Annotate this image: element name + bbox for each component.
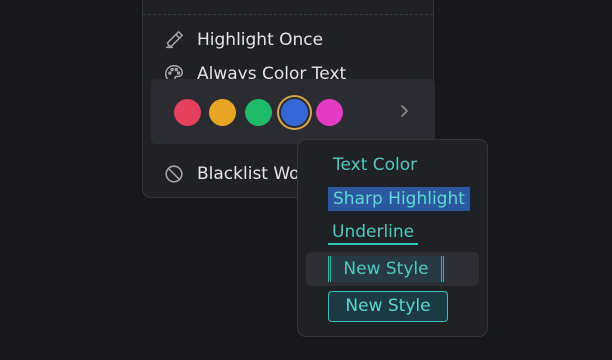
style-submenu: Text Color Sharp Highlight Underline New… — [297, 139, 488, 337]
new-style-bracket-row[interactable]: New Style — [306, 252, 479, 286]
highlighter-icon — [163, 29, 185, 51]
new-style-bracket-option[interactable]: New Style — [328, 256, 444, 282]
new-style-box-option[interactable]: New Style — [328, 291, 448, 322]
text-color-option[interactable]: Text Color — [333, 153, 417, 177]
sharp-highlight-option[interactable]: Sharp Highlight — [328, 187, 470, 211]
color-swatch-row[interactable] — [151, 79, 435, 144]
highlight-once-label: Highlight Once — [197, 30, 324, 50]
underline-option[interactable]: Underline — [328, 221, 419, 245]
highlight-once-item[interactable]: Highlight Once — [163, 28, 323, 52]
block-icon — [163, 163, 185, 185]
blacklist-word-label: Blacklist Wo — [197, 164, 300, 184]
blacklist-word-item[interactable]: Blacklist Wo — [163, 162, 300, 186]
chevron-right-icon[interactable] — [398, 103, 410, 119]
color-swatch-pink[interactable] — [316, 99, 343, 126]
color-swatch-blue[interactable] — [281, 99, 308, 126]
color-swatch-red[interactable] — [174, 99, 201, 126]
menu-divider — [143, 14, 433, 15]
color-swatch-orange[interactable] — [209, 99, 236, 126]
color-swatch-green[interactable] — [245, 99, 272, 126]
